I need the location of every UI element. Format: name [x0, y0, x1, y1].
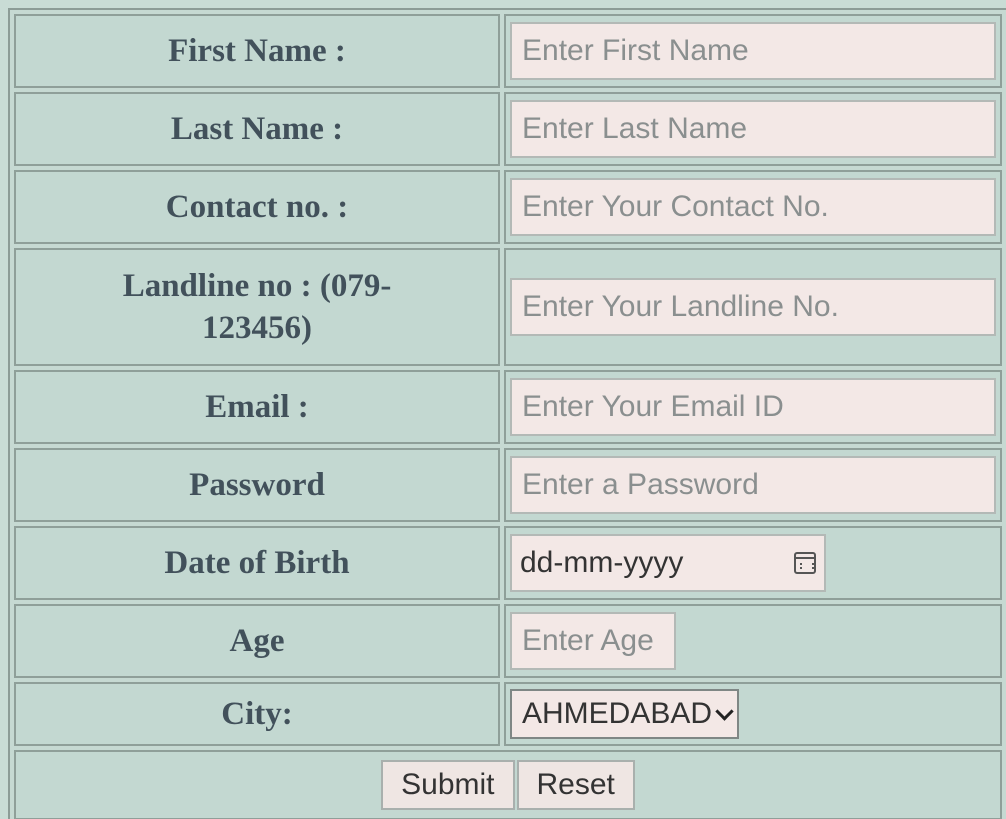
dob-label: Date of Birth	[14, 526, 500, 600]
contact-input[interactable]	[510, 178, 996, 236]
dob-placeholder: dd-mm-yyyy	[520, 546, 684, 579]
last-name-input[interactable]	[510, 100, 996, 158]
city-select[interactable]: AHMEDABAD	[510, 689, 740, 739]
dob-input[interactable]: dd-mm-yyyy	[510, 534, 826, 592]
first-name-label: First Name :	[14, 14, 500, 88]
form-actions: Submit Reset	[14, 750, 1002, 819]
contact-label: Contact no. :	[14, 170, 500, 244]
first-name-input[interactable]	[510, 22, 996, 80]
age-label: Age	[14, 604, 500, 678]
email-label: Email :	[14, 370, 500, 444]
reset-button[interactable]: Reset	[516, 760, 635, 810]
landline-label: Landline no : (079-123456)	[14, 248, 500, 366]
email-input[interactable]	[510, 378, 996, 436]
password-label: Password	[14, 448, 500, 522]
city-selected-value: AHMEDABAD	[522, 697, 713, 730]
chevron-down-icon	[715, 701, 734, 721]
last-name-label: Last Name :	[14, 92, 500, 166]
password-input[interactable]	[510, 456, 996, 514]
submit-button[interactable]: Submit	[381, 760, 515, 810]
city-label: City:	[14, 682, 500, 746]
age-input[interactable]	[510, 612, 676, 670]
registration-form: First Name : Last Name : Contact no. : L…	[8, 8, 1006, 819]
calendar-icon[interactable]	[794, 552, 816, 574]
landline-input[interactable]	[510, 278, 996, 336]
